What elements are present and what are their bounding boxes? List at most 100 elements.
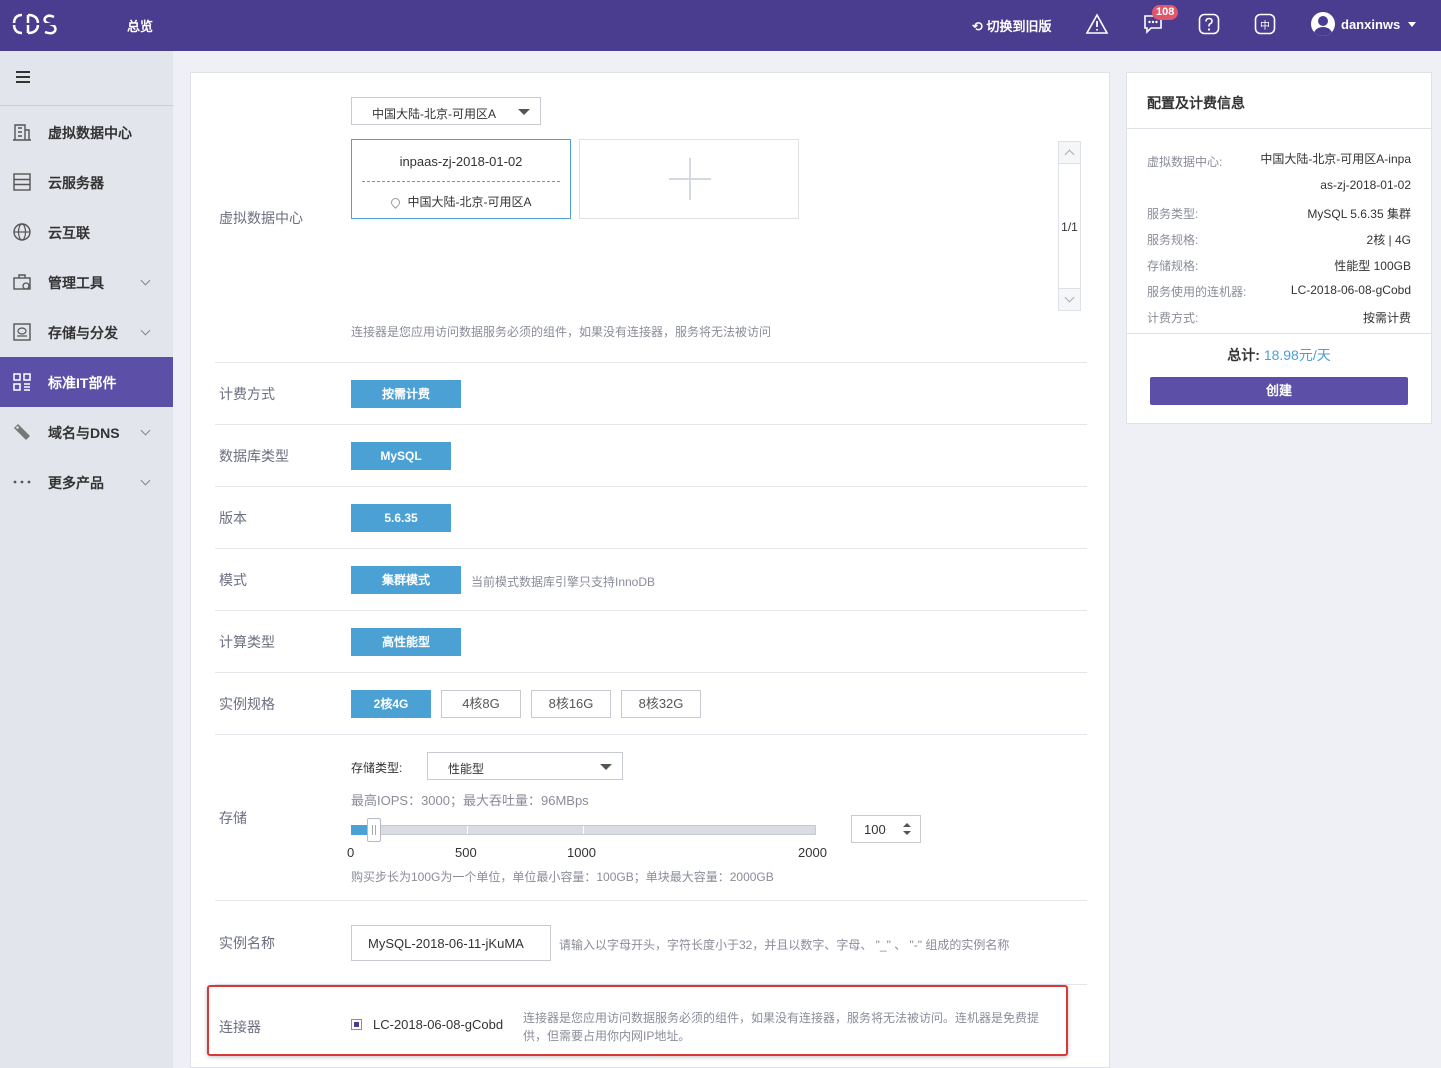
region-select[interactable]: 中国大陆-北京-可用区A: [351, 97, 541, 125]
decrement-icon[interactable]: [903, 831, 911, 835]
instance-name-hint: 请输入以字母开头，字符长度小于32，并且以数字、字母、 "_" 、 "-" 组成…: [559, 938, 1010, 952]
language-switch[interactable]: 中: [1253, 12, 1277, 36]
slider-scale-label: 0: [347, 845, 355, 860]
row-divider: [215, 548, 1087, 549]
sidebar-item-management-tools[interactable]: 管理工具: [0, 257, 173, 307]
row-divider: [215, 486, 1087, 487]
version-button[interactable]: 5.6.35: [351, 504, 451, 532]
summary-divider: [1127, 333, 1431, 334]
dropdown-arrow-icon: [518, 109, 530, 115]
storage-size-stepper[interactable]: 100: [851, 815, 921, 843]
total-label: 总计:: [1227, 347, 1260, 363]
switch-old-version-link[interactable]: ⟲ 切换到旧版: [972, 16, 1052, 35]
sidebar-item-storage[interactable]: 存储与分发: [0, 307, 173, 357]
mode-label: 模式: [219, 572, 247, 588]
sidebar-item-more-products[interactable]: 更多产品: [0, 457, 173, 507]
cluster-mode-button[interactable]: 集群模式: [351, 566, 461, 594]
order-form: 虚拟数据中心 中国大陆-北京-可用区A inpaas-zj-2018-01-02…: [190, 72, 1110, 1068]
username: danxinws: [1341, 16, 1401, 32]
add-vdc-button[interactable]: [579, 139, 799, 219]
summary-divider: [1127, 128, 1431, 129]
dropdown-arrow-icon: [600, 764, 612, 770]
help-icon[interactable]: [1197, 12, 1221, 36]
sidebar-item-label: 标准IT部件: [48, 375, 117, 391]
plus-icon-vertical: [689, 158, 691, 200]
chevron-down-icon: [1064, 292, 1075, 303]
sidebar-item-domain-dns[interactable]: 域名与DNS: [0, 407, 173, 457]
db-type-mysql-button[interactable]: MySQL: [351, 442, 451, 470]
storage-iops-info: 最高IOPS：3000；最大吞吐量：96MBps: [351, 793, 589, 808]
sidebar-item-standard-it[interactable]: 标准IT部件: [0, 357, 173, 407]
vdc-card-location-text: 中国大陆-北京-可用区A: [407, 195, 532, 209]
summary-vdc-value: 中国大陆-北京-可用区A-inpaas-zj-2018-01-02: [1260, 152, 1411, 192]
summary-key: 服务使用的连机器:: [1147, 285, 1247, 299]
increment-icon[interactable]: [903, 823, 911, 827]
sidebar-item-label: 域名与DNS: [48, 425, 120, 441]
page-down-button[interactable]: [1059, 288, 1080, 310]
cds-logo[interactable]: [12, 11, 64, 37]
vdc-pager: 1/1: [1058, 141, 1081, 311]
summary-key: 计费方式:: [1147, 311, 1199, 325]
summary-title: 配置及计费信息: [1147, 95, 1245, 111]
sidebar-item-cloud-interconnect[interactable]: 云互联: [0, 207, 173, 257]
row-divider: [215, 610, 1087, 611]
page-indicator: 1/1: [1061, 220, 1078, 234]
menu-icon[interactable]: [16, 71, 30, 83]
summary-key: 服务类型:: [1147, 207, 1199, 221]
spec-option[interactable]: 2核4G: [351, 690, 431, 718]
summary-value: 性能型 100GB: [1334, 259, 1411, 273]
connector-description: 连接器是您应用访问数据服务必须的组件，如果没有连接器，服务将无法被访问。连机器是…: [523, 1011, 1040, 1043]
top-bar: 总览 ⟲ 切换到旧版 108 中 danxinws: [0, 0, 1441, 51]
undo-icon: ⟲: [972, 19, 987, 34]
vdc-card-location: 中国大陆-北京-可用区A: [352, 193, 570, 210]
billing-label: 计费方式: [219, 386, 275, 402]
warning-icon[interactable]: [1085, 12, 1109, 36]
instance-name-label: 实例名称: [219, 935, 275, 951]
storage-note: 购买步长为100G为一个单位，单位最小容量：100GB；单块最大容量：2000G…: [351, 870, 774, 884]
high-performance-button[interactable]: 高性能型: [351, 628, 461, 656]
spec-option[interactable]: 4核8G: [441, 690, 521, 718]
sidebar-item-cloud-server[interactable]: 云服务器: [0, 157, 173, 207]
page-up-button[interactable]: [1059, 142, 1080, 164]
slider-scale-label: 500: [455, 845, 477, 860]
summary-value: 按需计费: [1362, 311, 1411, 325]
instance-name-input[interactable]: [351, 925, 551, 961]
spec-option[interactable]: 8核32G: [621, 690, 701, 718]
vdc-card-name: inpaas-zj-2018-01-02: [399, 154, 523, 169]
chevron-down-icon: [140, 325, 151, 336]
tag-icon: [14, 424, 30, 440]
overview-link[interactable]: 总览: [127, 16, 153, 35]
slider-tick: [583, 826, 584, 834]
building-icon: [13, 124, 31, 141]
caret-down-icon: [1408, 21, 1417, 27]
user-menu[interactable]: danxinws: [1311, 11, 1417, 37]
storage-type-select[interactable]: 性能型: [427, 752, 623, 780]
switch-old-version-label: 切换到旧版: [986, 19, 1052, 34]
more-icon: [13, 480, 31, 484]
sidebar-item-label: 存储与分发: [48, 325, 118, 341]
version-label: 版本: [219, 510, 247, 526]
billing-on-demand-button[interactable]: 按需计费: [351, 380, 461, 408]
storage-type-label: 存储类型:: [351, 761, 403, 775]
tools-icon: [13, 274, 31, 290]
row-divider: [215, 672, 1087, 673]
total-price: 总计: 18.98元/天: [1127, 345, 1431, 365]
globe-icon: [13, 223, 31, 241]
instance-spec-label: 实例规格: [219, 696, 275, 712]
storage-label: 存储: [219, 810, 247, 826]
chevron-up-icon: [1064, 149, 1075, 160]
storage-slider-handle[interactable]: [367, 818, 382, 842]
connector-checkbox[interactable]: [351, 1019, 362, 1030]
location-pin-icon: [388, 196, 402, 209]
chevron-down-icon: [140, 425, 151, 436]
server-icon: [13, 173, 31, 191]
create-button[interactable]: 创建: [1150, 377, 1408, 405]
sidebar-item-label: 管理工具: [48, 275, 104, 291]
db-type-label: 数据库类型: [219, 448, 289, 464]
vdc-card[interactable]: inpaas-zj-2018-01-02 中国大陆-北京-可用区A: [351, 139, 571, 219]
summary-key: 存储规格:: [1147, 259, 1199, 273]
region-value: 中国大陆-北京-可用区A: [372, 107, 496, 121]
spec-option[interactable]: 8核16G: [531, 690, 611, 718]
row-divider: [215, 734, 1087, 735]
sidebar-item-vdc[interactable]: 虚拟数据中心: [0, 107, 173, 157]
